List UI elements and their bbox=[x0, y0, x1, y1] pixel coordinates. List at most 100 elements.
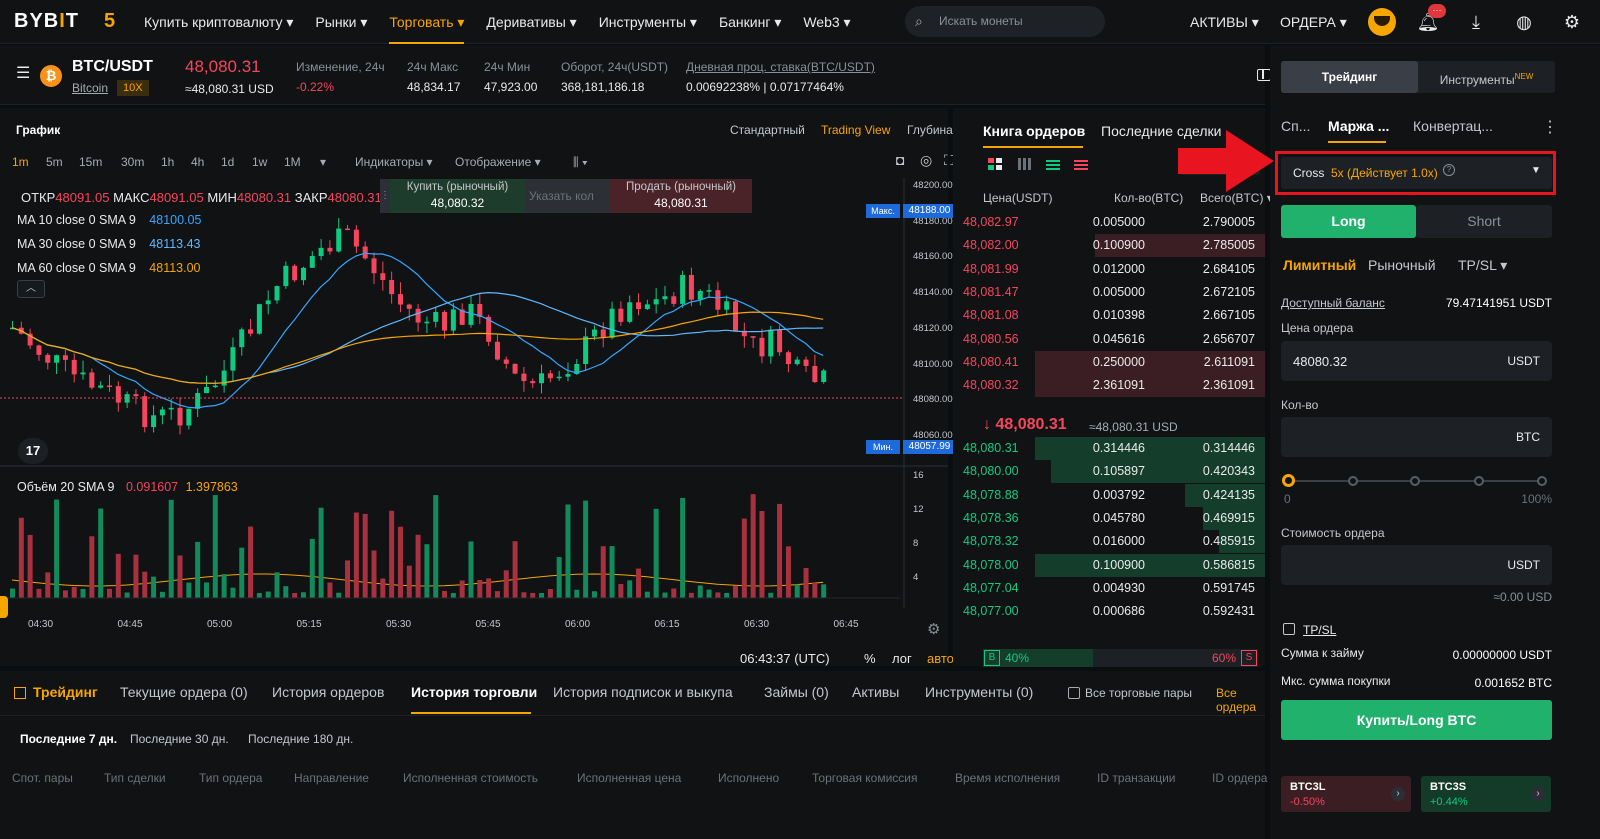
display-menu[interactable]: Отображение ▾ bbox=[455, 155, 541, 169]
ob-view-red-icon[interactable] bbox=[1074, 158, 1088, 170]
nav-derivatives[interactable]: Деривативы ▾ bbox=[486, 0, 576, 44]
chart-type-icon[interactable]: ⫼ ▾ bbox=[573, 155, 588, 170]
bid-row[interactable]: 48,078.88 0.003792 0.424135 bbox=[953, 483, 1265, 507]
mode-convert[interactable]: Конвертац... bbox=[1413, 118, 1493, 134]
timeframe-1w[interactable]: 1w bbox=[252, 155, 267, 169]
bid-row[interactable]: 48,077.00 0.000686 0.592431 bbox=[953, 600, 1265, 623]
drag-handle-icon[interactable]: ⋮ bbox=[380, 179, 390, 213]
tab-panel-trading[interactable]: Трейдинг bbox=[1281, 61, 1418, 93]
globe-icon[interactable]: ◍ bbox=[1512, 10, 1536, 34]
bid-row[interactable]: 48,078.00 0.100900 0.586815 bbox=[953, 553, 1265, 577]
quick-buy-button[interactable]: Купить (рыночный) 48,080.32 bbox=[390, 179, 525, 213]
bid-row[interactable]: 48,080.00 0.105897 0.420343 bbox=[953, 460, 1265, 484]
balance-label[interactable]: Доступный баланс bbox=[1281, 296, 1385, 310]
buy-long-button[interactable]: Купить/Long BTC bbox=[1281, 700, 1552, 740]
long-button[interactable]: Long bbox=[1281, 205, 1416, 238]
nav-buy-crypto[interactable]: Купить криптовалюту ▾ bbox=[144, 0, 293, 44]
tab-open-orders[interactable]: Текущие ордера (0) bbox=[120, 684, 248, 700]
nav-trade[interactable]: Торговать ▾ bbox=[389, 0, 465, 44]
pair-name[interactable]: BTC/USDT bbox=[72, 58, 153, 76]
order-type-tpsl[interactable]: TP/SL ▾ bbox=[1458, 257, 1507, 274]
all-pairs-label[interactable]: Все торговые пары bbox=[1085, 686, 1192, 700]
token-btc3l[interactable]: BTC3L -0.50% › bbox=[1281, 776, 1411, 812]
more-options-icon[interactable]: ⋮ bbox=[1542, 117, 1558, 137]
layout-icon[interactable] bbox=[1257, 69, 1271, 81]
anniversary-logo[interactable]: 5 bbox=[104, 10, 144, 33]
nav-markets[interactable]: Рынки ▾ bbox=[315, 0, 367, 44]
ask-row[interactable]: 48,081.47 0.005000 2.672105 bbox=[953, 281, 1265, 304]
camera-icon[interactable]: ◘ bbox=[896, 152, 904, 168]
ob-view-both-icon[interactable] bbox=[988, 158, 1002, 170]
price-input[interactable]: 48080.32 USDT bbox=[1281, 341, 1552, 381]
timeframe-4h[interactable]: 4h bbox=[191, 155, 204, 169]
tpsl-checkbox[interactable] bbox=[1283, 623, 1295, 635]
tab-trade-history[interactable]: История торговли bbox=[411, 684, 537, 700]
avatar[interactable] bbox=[1368, 8, 1396, 36]
nav-web3[interactable]: Web3 ▾ bbox=[803, 0, 850, 44]
ask-row[interactable]: 48,081.99 0.012000 2.684105 bbox=[953, 258, 1265, 281]
tradingview-logo[interactable]: 17 bbox=[18, 438, 48, 464]
bid-row[interactable]: 48,078.36 0.045780 0.469915 bbox=[953, 506, 1265, 530]
period-30d[interactable]: Последние 30 дн. bbox=[130, 732, 229, 746]
bid-row[interactable]: 48,080.31 0.314446 0.314446 bbox=[953, 437, 1265, 460]
ask-row[interactable]: 48,081.08 0.010398 2.667105 bbox=[953, 304, 1265, 327]
qty-slider-handle[interactable] bbox=[1282, 474, 1295, 487]
slider-step-25[interactable] bbox=[1348, 476, 1358, 486]
nav-tools[interactable]: Инструменты ▾ bbox=[599, 0, 697, 44]
ob-view-bids-icon[interactable] bbox=[1018, 158, 1032, 170]
ask-row[interactable]: 48,080.32 2.361091 2.361091 bbox=[953, 374, 1265, 398]
timeframe-1h[interactable]: 1h bbox=[161, 155, 174, 169]
settings-icon[interactable]: ◎ bbox=[920, 152, 932, 169]
view-tradingview[interactable]: Trading View bbox=[821, 123, 890, 137]
download-icon[interactable]: ⤓ bbox=[1464, 10, 1488, 34]
tab-loans[interactable]: Займы (0) bbox=[764, 684, 829, 700]
all-pairs-checkbox[interactable] bbox=[1068, 687, 1080, 699]
timeframe-1M[interactable]: 1M bbox=[284, 155, 301, 169]
tab-tools[interactable]: Инструменты (0) bbox=[925, 684, 1033, 700]
slider-step-75[interactable] bbox=[1474, 476, 1484, 486]
timeframe-1m[interactable]: 1m bbox=[12, 155, 29, 169]
short-button[interactable]: Short bbox=[1416, 205, 1552, 238]
tpsl-label[interactable]: TP/SL bbox=[1303, 623, 1336, 637]
log-scale-toggle[interactable]: лог bbox=[892, 651, 912, 666]
timeframe-5m[interactable]: 5m bbox=[46, 155, 63, 169]
order-type-limit[interactable]: Лимитный bbox=[1283, 257, 1356, 273]
tab-order-history[interactable]: История ордеров bbox=[272, 684, 384, 700]
token-btc3s[interactable]: BTC3S +0.44% › bbox=[1421, 776, 1551, 812]
bid-row[interactable]: 48,077.04 0.004930 0.591745 bbox=[953, 577, 1265, 600]
help-icon[interactable]: ? bbox=[1443, 164, 1455, 176]
tab-subscriptions[interactable]: История подписок и выкупа bbox=[553, 684, 733, 700]
nav-orders[interactable]: ОРДЕРА ▾ bbox=[1280, 0, 1347, 44]
tab-orderbook[interactable]: Книга ордеров bbox=[983, 123, 1085, 139]
view-depth[interactable]: Глубина bbox=[907, 123, 953, 137]
search-input[interactable]: ⌕ Искать монеты bbox=[905, 6, 1105, 37]
bybit-logo[interactable]: BYBIT bbox=[14, 10, 84, 33]
timeframe-15m[interactable]: 15m bbox=[79, 155, 102, 169]
price-chart[interactable] bbox=[0, 178, 948, 668]
collapse-legend-icon[interactable]: ︿ bbox=[17, 280, 45, 298]
ask-row[interactable]: 48,080.56 0.045616 2.656707 bbox=[953, 328, 1265, 351]
axis-settings-icon[interactable]: ⚙ bbox=[927, 620, 940, 638]
timeframe-more-icon[interactable]: ▾ bbox=[320, 155, 326, 169]
period-7d[interactable]: Последние 7 дн. bbox=[20, 732, 117, 746]
ask-row[interactable]: 48,082.00 0.100900 2.785005 bbox=[953, 234, 1265, 258]
period-180d[interactable]: Последние 180 дн. bbox=[248, 732, 353, 746]
slider-step-100[interactable] bbox=[1537, 476, 1547, 486]
tab-assets[interactable]: Активы bbox=[852, 684, 899, 700]
rate-label[interactable]: Дневная проц. ставка(BTC/USDT) bbox=[686, 60, 875, 74]
scroll-handle[interactable] bbox=[0, 596, 8, 618]
slider-step-50[interactable] bbox=[1410, 476, 1420, 486]
all-orders-link[interactable]: Все ордера bbox=[1216, 686, 1265, 714]
ob-view-green-icon[interactable] bbox=[1046, 158, 1060, 170]
timeframe-1d[interactable]: 1d bbox=[221, 155, 234, 169]
mode-spot[interactable]: Сп... bbox=[1281, 118, 1310, 134]
coin-name[interactable]: Bitcoin bbox=[72, 81, 108, 95]
tab-panel-tools[interactable]: ИнструментыNEW bbox=[1418, 61, 1555, 93]
ask-row[interactable]: 48,080.41 0.250000 2.611091 bbox=[953, 350, 1265, 374]
bid-row[interactable]: 48,078.32 0.016000 0.485915 bbox=[953, 530, 1265, 554]
percent-scale-toggle[interactable]: % bbox=[864, 651, 876, 666]
cost-input[interactable]: USDT bbox=[1281, 545, 1552, 585]
nav-assets[interactable]: АКТИВЫ ▾ bbox=[1190, 0, 1259, 44]
qty-input[interactable]: BTC bbox=[1281, 417, 1552, 457]
timeframe-30m[interactable]: 30m bbox=[121, 155, 144, 169]
